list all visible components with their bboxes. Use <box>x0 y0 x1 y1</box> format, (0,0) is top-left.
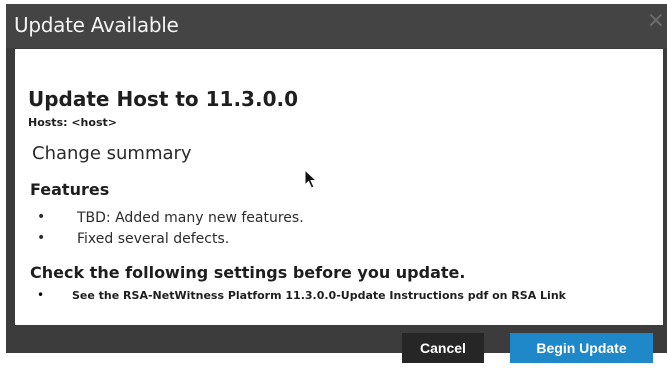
mouse-pointer-icon <box>304 169 318 189</box>
hosts-label: Hosts: <host> <box>28 116 117 129</box>
change-summary-label: Change summary <box>32 143 192 164</box>
feature-text: Fixed several defects. <box>77 231 230 247</box>
bullet-icon: • <box>37 209 46 225</box>
check-settings-heading: Check the following settings before you … <box>30 263 466 282</box>
dialog-titlebar: Update Available × <box>6 4 667 48</box>
bullet-icon: • <box>37 230 46 246</box>
close-icon[interactable]: × <box>647 10 665 32</box>
features-heading: Features <box>30 180 110 199</box>
cancel-button[interactable]: Cancel <box>402 333 484 363</box>
begin-update-button[interactable]: Begin Update <box>510 333 653 363</box>
check-item-text: See the RSA-NetWitness Platform 11.3.0.0… <box>72 289 566 302</box>
update-available-dialog: Update Available × Update Host to 11.3.0… <box>6 4 667 353</box>
dialog-title: Update Available <box>14 13 179 37</box>
dialog-content: Update Host to 11.3.0.0 Hosts: <host> Ch… <box>15 49 663 325</box>
update-heading: Update Host to 11.3.0.0 <box>28 87 298 111</box>
feature-text: TBD: Added many new features. <box>77 210 304 226</box>
bullet-icon: • <box>37 288 45 302</box>
